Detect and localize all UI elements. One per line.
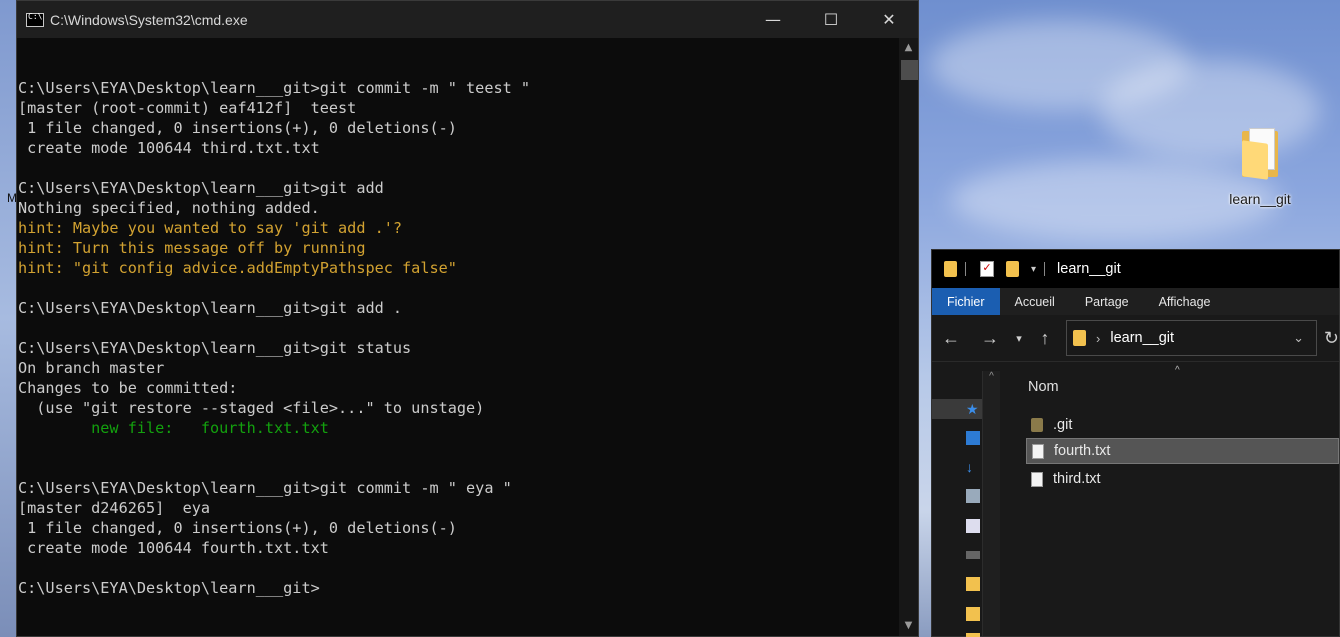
pictures-icon[interactable] (966, 519, 980, 533)
console-line: hint: "git config advice.addEmptyPathspe… (18, 259, 457, 277)
chevron-down-icon[interactable]: ⌄ (1293, 330, 1304, 346)
drive-icon[interactable] (966, 551, 980, 559)
folder-icon[interactable] (966, 607, 980, 621)
scroll-thumb[interactable] (901, 60, 918, 80)
folder-icon[interactable] (966, 633, 980, 637)
address-bar[interactable]: › learn__git ⌄ (1066, 320, 1317, 356)
breadcrumb-learn-git[interactable]: learn__git (1110, 330, 1174, 346)
folder-icon (1073, 330, 1086, 346)
properties-icon[interactable]: ✓ (980, 261, 994, 277)
console-line: Changes to be committed: (18, 379, 238, 397)
folder-icon[interactable] (966, 577, 980, 591)
desktop-folder-label: learn__git (1229, 191, 1291, 207)
console-line: new file: fourth.txt.txt (18, 419, 329, 437)
minimize-button[interactable]: — (744, 1, 802, 38)
documents-icon[interactable] (966, 489, 980, 503)
explorer-titlebar[interactable]: ✓ ▾ learn__git (932, 250, 1339, 288)
file-name: fourth.txt (1054, 443, 1111, 459)
cmd-window[interactable]: C:\Windows\System32\cmd.exe — ☐ ✕ C:\Use… (16, 0, 919, 637)
scroll-up-arrow-icon[interactable]: ▲ (899, 38, 918, 58)
console-line: C:\Users\EYA\Desktop\learn___git>git add (18, 179, 384, 197)
cmd-titlebar[interactable]: C:\Windows\System32\cmd.exe — ☐ ✕ (17, 1, 918, 38)
cmd-window-title: C:\Windows\System32\cmd.exe (50, 11, 248, 28)
forward-arrow-icon[interactable]: → (970, 328, 1010, 349)
new-folder-icon[interactable] (1006, 261, 1019, 277)
cmd-icon (26, 12, 44, 27)
console-line: create mode 100644 fourth.txt.txt (18, 539, 329, 557)
tab-partage[interactable]: Partage (1070, 288, 1144, 315)
scroll-down-arrow-icon[interactable]: ▼ (899, 616, 918, 636)
file-item-git[interactable]: .git (1026, 412, 1339, 438)
tab-fichier[interactable]: Fichier (932, 288, 1000, 315)
console-line: On branch master (18, 359, 165, 377)
desktop-icon[interactable] (966, 431, 980, 445)
explorer-content: ★ ↓ ^ ^ Nom .git fourth.txt third.txt (932, 365, 1339, 637)
explorer-window[interactable]: ✓ ▾ learn__git Fichier Accueil Partage A… (931, 249, 1340, 637)
folder-icon (944, 261, 957, 277)
up-arrow-icon[interactable]: ↑ (1028, 328, 1062, 349)
star-icon: ★ (966, 401, 979, 417)
sort-caret-icon: ^ (1175, 365, 1180, 376)
column-header-name[interactable]: Nom (1028, 379, 1059, 395)
console-line: [master d246265] eya (18, 499, 211, 517)
console-line: hint: Maybe you wanted to say 'git add .… (18, 219, 403, 237)
scroll-up-arrow-icon[interactable]: ^ (983, 371, 1000, 382)
file-list[interactable]: ^ Nom .git fourth.txt third.txt (1000, 365, 1339, 636)
file-name: .git (1053, 417, 1073, 433)
navigation-pane[interactable]: ★ ↓ (932, 371, 982, 637)
console-line: hint: Turn this message off by running (18, 239, 366, 257)
folder-icon (1031, 418, 1043, 432)
console-line: [master (root-commit) eaf412f] teest (18, 99, 357, 117)
desktop-folder-learn-git[interactable]: learn__git (1215, 128, 1305, 207)
text-file-icon (1032, 443, 1044, 459)
file-item-third-txt[interactable]: third.txt (1026, 466, 1339, 492)
recent-locations-dropdown-icon[interactable]: ▾ (1010, 332, 1028, 345)
text-file-icon (1031, 471, 1043, 487)
back-arrow-icon[interactable]: ← (932, 328, 970, 349)
tab-affichage[interactable]: Affichage (1144, 288, 1226, 315)
quick-access-dropdown-icon[interactable]: ▾ (1031, 264, 1036, 275)
desktop-left-edge: M (0, 0, 17, 637)
console-line: C:\Users\EYA\Desktop\learn___git> (18, 579, 320, 597)
console-line: (use "git restore --staged <file>..." to… (18, 399, 485, 417)
console-line: C:\Users\EYA\Desktop\learn___git>git add… (18, 299, 403, 317)
ribbon-tabs: Fichier Accueil Partage Affichage (932, 288, 1339, 315)
console-line: C:\Users\EYA\Desktop\learn___git>git com… (18, 79, 531, 97)
close-button[interactable]: ✕ (860, 1, 918, 38)
navigation-bar: ← → ▾ ↑ › learn__git ⌄ ↻ (932, 315, 1339, 362)
console-line: C:\Users\EYA\Desktop\learn___git>git sta… (18, 339, 412, 357)
folder-icon (1240, 128, 1280, 180)
nav-pane-scrollbar[interactable]: ^ (982, 371, 1000, 636)
cmd-scrollbar[interactable]: ▲ ▼ (899, 38, 918, 636)
tab-accueil[interactable]: Accueil (1000, 288, 1070, 315)
divider (965, 262, 966, 276)
console-line: create mode 100644 third.txt.txt (18, 139, 320, 157)
chevron-right-icon[interactable]: › (1096, 331, 1100, 346)
console-line: Nothing specified, nothing added. (18, 199, 320, 217)
download-icon[interactable]: ↓ (966, 459, 980, 475)
console-line: 1 file changed, 0 insertions(+), 0 delet… (18, 119, 457, 137)
divider (1044, 262, 1046, 276)
file-name: third.txt (1053, 471, 1101, 487)
refresh-icon[interactable]: ↻ (1317, 328, 1339, 349)
file-item-fourth-txt[interactable]: fourth.txt (1026, 438, 1339, 464)
console-line: 1 file changed, 0 insertions(+), 0 delet… (18, 519, 457, 537)
console-line: C:\Users\EYA\Desktop\learn___git>git com… (18, 479, 512, 497)
console-output[interactable]: C:\Users\EYA\Desktop\learn___git>git com… (17, 38, 897, 636)
explorer-window-title: learn__git (1057, 261, 1121, 277)
maximize-button[interactable]: ☐ (802, 1, 860, 38)
